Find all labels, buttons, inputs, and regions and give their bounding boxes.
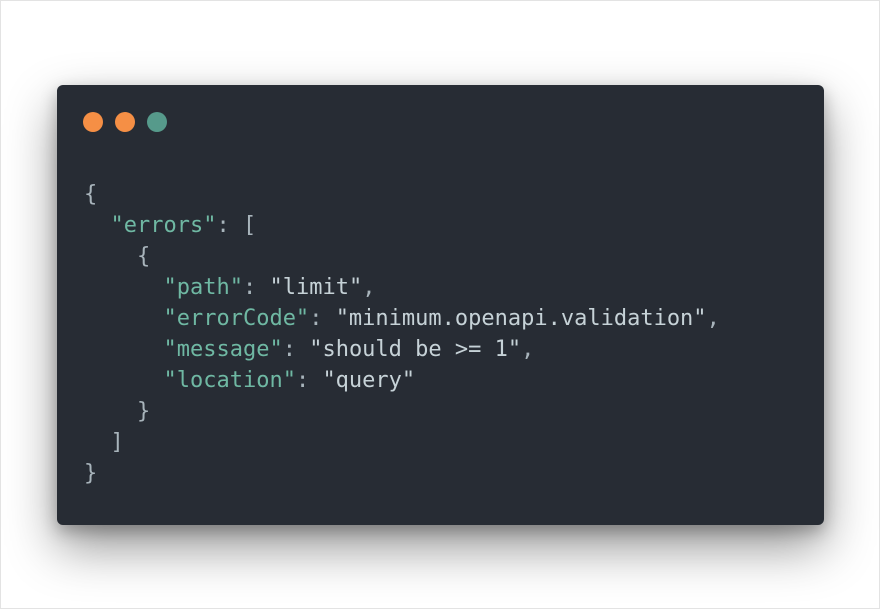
code-line: ] <box>84 427 720 458</box>
json-punctuation <box>84 337 163 362</box>
json-punctuation: : <box>295 368 323 393</box>
code-line: { <box>84 179 720 210</box>
json-key: "errorCode" <box>163 306 310 331</box>
json-punctuation: : <box>242 275 270 300</box>
json-punctuation: , <box>706 306 720 331</box>
minimize-dot[interactable] <box>115 112 135 132</box>
code-line: "path": "limit", <box>84 272 720 303</box>
json-punctuation <box>84 368 163 393</box>
screenshot-canvas: { "errors": [ { "path": "limit", "errorC… <box>0 0 880 609</box>
zoom-dot[interactable] <box>147 112 167 132</box>
json-code-block: { "errors": [ { "path": "limit", "errorC… <box>84 179 720 489</box>
window-controls <box>83 112 167 132</box>
json-punctuation <box>84 244 137 269</box>
json-string: "minimum.openapi.validation" <box>335 306 707 331</box>
code-line: "errors": [ <box>84 210 720 241</box>
code-line: } <box>84 458 720 489</box>
json-punctuation: , <box>362 275 376 300</box>
json-punctuation: ] <box>110 430 124 455</box>
json-key: "message" <box>163 337 283 362</box>
json-punctuation <box>84 306 163 331</box>
code-line: "errorCode": "minimum.openapi.validation… <box>84 303 720 334</box>
json-punctuation <box>84 213 111 238</box>
code-window: { "errors": [ { "path": "limit", "errorC… <box>57 85 824 525</box>
json-punctuation: : <box>282 337 310 362</box>
json-key: "path" <box>163 275 243 300</box>
close-dot[interactable] <box>83 112 103 132</box>
json-key: "location" <box>163 368 296 393</box>
code-line: "location": "query" <box>84 365 720 396</box>
json-punctuation: , <box>521 337 535 362</box>
json-string: "should be >= 1" <box>309 337 522 362</box>
json-punctuation: { <box>84 182 98 207</box>
json-punctuation <box>84 399 137 424</box>
code-line: "message": "should be >= 1", <box>84 334 720 365</box>
json-string: "limit" <box>269 275 363 300</box>
json-punctuation: : [ <box>216 213 257 238</box>
json-punctuation: } <box>136 399 151 424</box>
json-punctuation: } <box>84 461 98 486</box>
code-line: } <box>84 396 720 427</box>
json-string: "query" <box>322 368 416 393</box>
json-punctuation: { <box>136 244 151 269</box>
code-line: { <box>84 241 720 272</box>
json-punctuation <box>84 430 111 455</box>
json-key: "errors" <box>110 213 217 238</box>
json-punctuation: : <box>309 306 336 331</box>
json-punctuation <box>84 275 163 300</box>
